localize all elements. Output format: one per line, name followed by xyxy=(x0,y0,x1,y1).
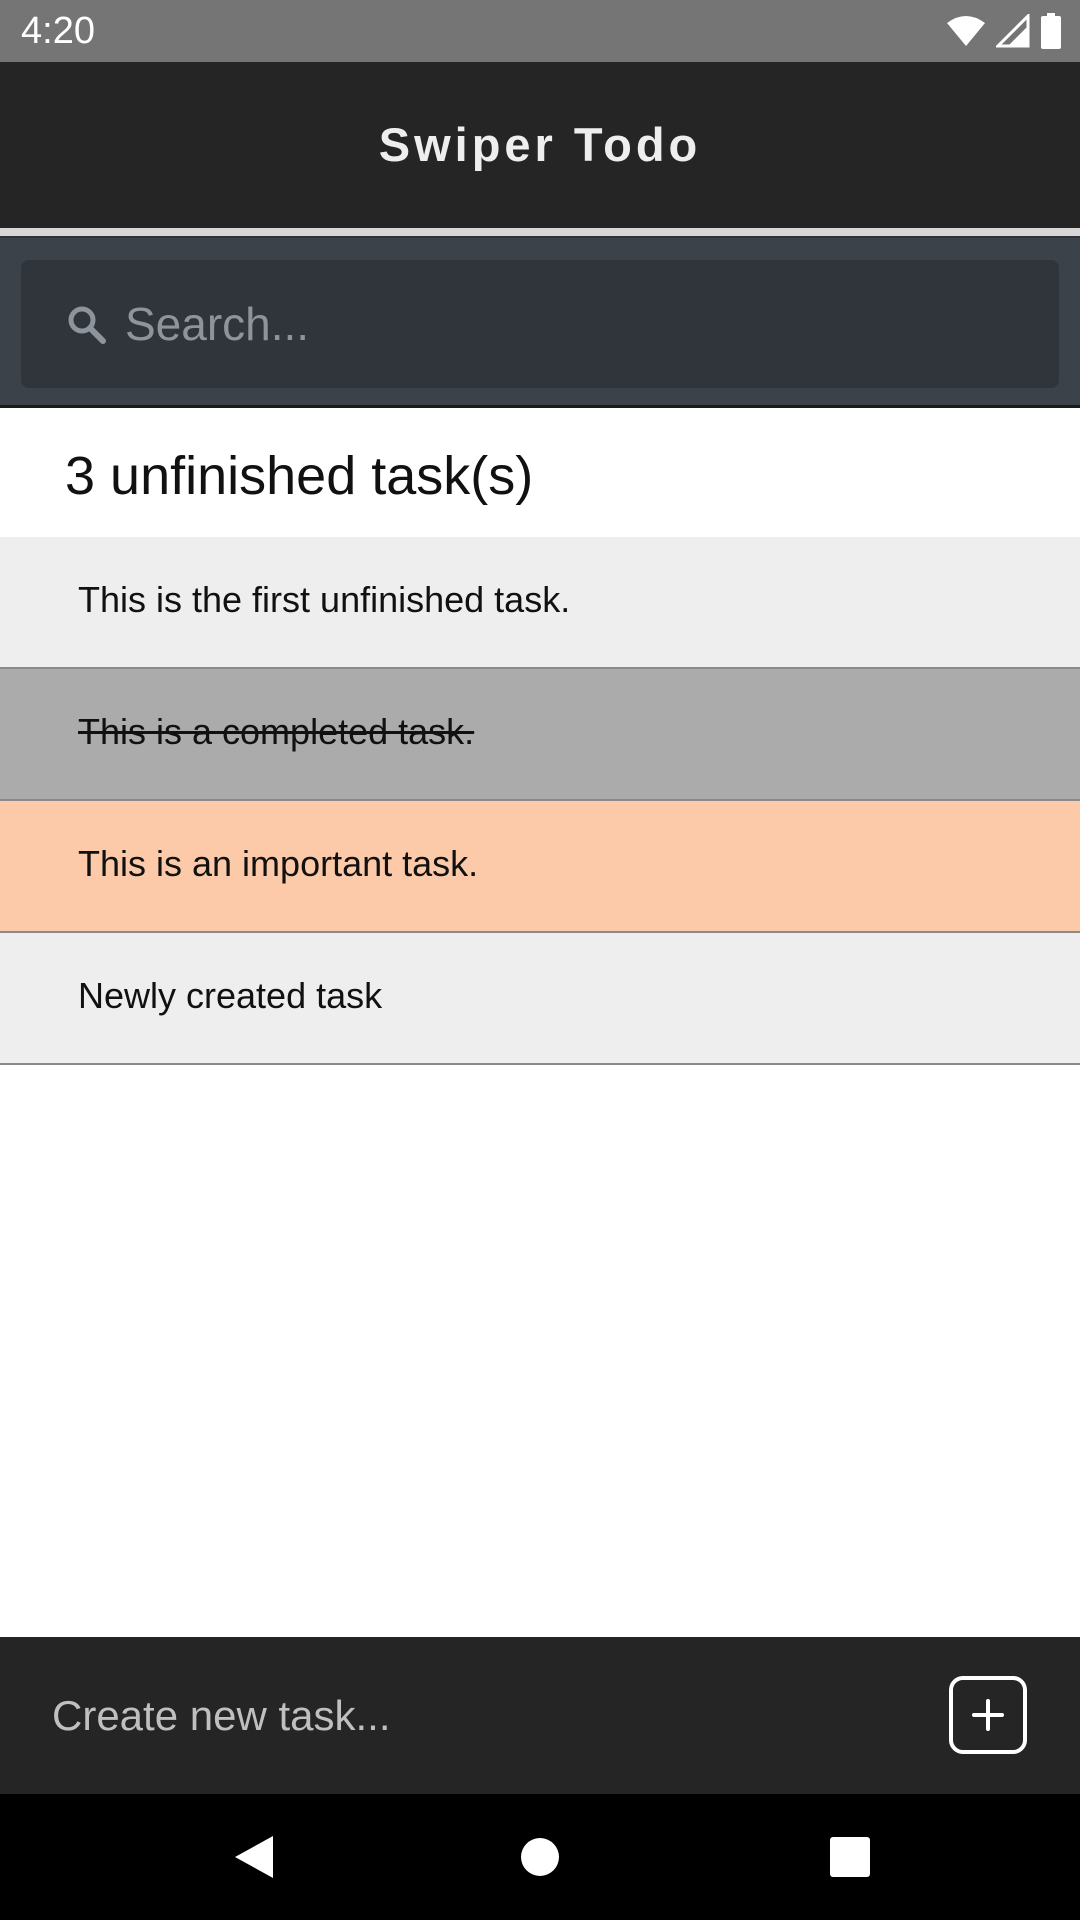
add-task-button[interactable] xyxy=(949,1676,1027,1754)
search-box[interactable] xyxy=(21,260,1059,388)
search-icon xyxy=(65,303,109,347)
task-text: This is a completed task. xyxy=(78,711,475,752)
task-item[interactable]: This is the first unfinished task. xyxy=(0,537,1080,669)
navigation-bar xyxy=(0,1794,1080,1920)
recents-button[interactable] xyxy=(817,1824,883,1890)
status-icons xyxy=(946,12,1062,50)
home-button[interactable] xyxy=(507,1824,573,1890)
app-bar: Swiper Todo xyxy=(0,62,1080,228)
search-section xyxy=(0,236,1080,408)
signal-icon xyxy=(996,14,1030,48)
home-icon xyxy=(507,1824,573,1890)
app-title: Swiper Todo xyxy=(378,118,702,171)
task-text: This is the first unfinished task. xyxy=(78,579,571,620)
screen: 4:20 Swiper Todo Search... 3 unfinished … xyxy=(0,0,1080,1920)
app-bar-divider xyxy=(0,228,1080,236)
task-list: This is the first unfinished task. This i… xyxy=(0,537,1080,1065)
back-icon xyxy=(221,1824,287,1890)
recents-icon xyxy=(817,1824,883,1890)
task-item[interactable]: Newly created task xyxy=(0,933,1080,1065)
wifi-icon xyxy=(946,15,986,47)
create-task-bar xyxy=(0,1637,1080,1794)
unfinished-count: 3 unfinished task(s) xyxy=(65,446,534,506)
task-item[interactable]: This is a completed task. xyxy=(0,669,1080,801)
task-text: Newly created task xyxy=(78,975,383,1016)
search-input[interactable] xyxy=(125,290,1025,358)
task-text: This is an important task. xyxy=(78,843,479,884)
task-item[interactable]: This is an important task. xyxy=(0,801,1080,933)
create-task-input[interactable] xyxy=(52,1681,912,1751)
status-bar: 4:20 xyxy=(0,0,1080,62)
status-time: 4:20 xyxy=(21,10,95,52)
back-button[interactable] xyxy=(221,1824,287,1890)
battery-icon xyxy=(1040,13,1062,49)
